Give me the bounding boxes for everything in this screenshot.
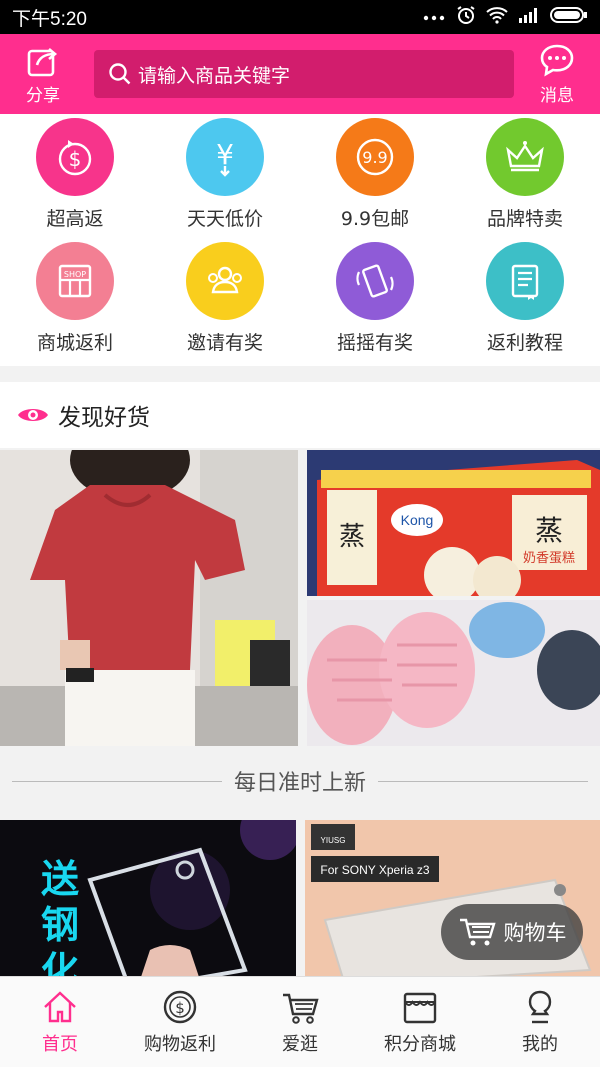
tab-label: 爱逛 <box>282 1034 318 1055</box>
divider-line <box>378 780 589 782</box>
search-placeholder: 请输入商品关键字 <box>138 64 291 87</box>
search-icon <box>109 63 131 85</box>
tab-mine[interactable]: 我的 <box>480 977 600 1067</box>
battery-icon <box>550 6 588 28</box>
category-label: 摇摇有奖 <box>336 332 413 354</box>
tab-shopping-rebate[interactable]: $ 购物返利 <box>120 977 240 1067</box>
alarm-icon <box>456 5 476 29</box>
floating-cart-button[interactable]: 购物车 <box>441 904 583 960</box>
category-label: 邀请有奖 <box>186 332 263 354</box>
people-icon <box>186 242 264 320</box>
tab-label: 购物返利 <box>144 1034 216 1055</box>
top-header: 分享 请输入商品关键字 消息 <box>0 34 600 114</box>
signal-icon <box>518 7 540 27</box>
dots-icon <box>422 8 446 27</box>
status-bar: 下午5:20 <box>0 0 600 34</box>
svg-text:蒸: 蒸 <box>339 522 365 552</box>
bottom-tab-bar: 首页 $ 购物返利 爱逛 积分商城 我的 <box>0 976 600 1067</box>
dollar-coin-icon: $ <box>163 990 197 1024</box>
share-label: 分享 <box>26 85 60 106</box>
tab-label: 首页 <box>42 1034 78 1055</box>
slippers-image <box>307 600 600 746</box>
phone-case-image: 送 钢 化 <box>0 820 296 980</box>
category-label: 天天低价 <box>186 208 263 230</box>
category-super-return[interactable]: $ 超高返 <box>0 118 150 242</box>
red-tshirt-image <box>0 450 298 746</box>
tab-label: 我的 <box>522 1034 558 1055</box>
promo-char-1: 送 <box>41 857 79 901</box>
store-icon <box>403 992 437 1024</box>
phone-shake-icon <box>336 242 414 320</box>
messages-button[interactable]: 消息 <box>514 34 600 114</box>
cart-label: 购物车 <box>503 921 567 945</box>
search-input[interactable]: 请输入商品关键字 <box>94 50 514 98</box>
book-icon <box>486 242 564 320</box>
chat-bubble-icon <box>540 44 574 76</box>
category-label: 品牌特卖 <box>486 208 563 230</box>
product-tile-slippers[interactable] <box>307 600 600 746</box>
category-rebate-tutorial[interactable]: 返利教程 <box>450 242 600 366</box>
svg-text:$: $ <box>175 999 185 1017</box>
shopping-cart-icon <box>459 918 496 946</box>
messages-label: 消息 <box>540 85 574 106</box>
category-grid: $ 超高返 ¥ 天天低价 9.9 9.9包邮 品牌特卖 SHOP 商城返利 邀请… <box>0 114 600 366</box>
daily-new-divider: 每日准时上新 <box>0 748 600 814</box>
discover-section-header: 发现好货 <box>0 382 600 448</box>
cake-box-text: 奶香蛋糕 <box>523 551 575 566</box>
category-invite-reward[interactable]: 邀请有奖 <box>150 242 300 366</box>
sony-model-text: For SONY Xperia z3 <box>320 863 429 877</box>
product-tile-phone-case[interactable]: 送 钢 化 <box>0 820 296 980</box>
sony-brand-text: YIUSG <box>321 836 346 845</box>
nine-nine-icon: 9.9 <box>336 118 414 196</box>
home-icon <box>44 991 76 1023</box>
dollar-return-icon: $ <box>36 118 114 196</box>
category-mall-rebate[interactable]: SHOP 商城返利 <box>0 242 150 366</box>
category-label: 商城返利 <box>36 332 113 354</box>
cake-box-image: 蒸 Kong 蒸 奶香蛋糕 <box>307 450 600 596</box>
share-icon <box>27 47 58 76</box>
svg-text:9.9: 9.9 <box>362 148 387 167</box>
tab-home[interactable]: 首页 <box>0 977 120 1067</box>
yen-down-icon: ¥ <box>186 118 264 196</box>
category-daily-low-price[interactable]: ¥ 天天低价 <box>150 118 300 242</box>
crown-icon <box>486 118 564 196</box>
category-label: 9.9包邮 <box>340 208 410 230</box>
wifi-icon <box>486 6 508 28</box>
category-free-shipping[interactable]: 9.9 9.9包邮 <box>300 118 450 242</box>
shop-icon: SHOP <box>36 242 114 320</box>
status-icons <box>422 5 588 29</box>
category-brand-sale[interactable]: 品牌特卖 <box>450 118 600 242</box>
divider-line <box>12 780 222 782</box>
status-time: 下午5:20 <box>12 8 87 30</box>
tab-points-mall[interactable]: 积分商城 <box>360 977 480 1067</box>
product-tile-cake[interactable]: 蒸 Kong 蒸 奶香蛋糕 <box>307 450 600 596</box>
svg-text:$: $ <box>69 147 82 171</box>
app-screen: 下午5:20 分享 请输入商品关键字 消息 $ 超高返 ¥ 天天低价 9.9 9… <box>0 0 600 1067</box>
svg-text:蒸: 蒸 <box>535 514 563 547</box>
tab-browse[interactable]: 爱逛 <box>240 977 360 1067</box>
svg-text:SHOP: SHOP <box>64 270 86 279</box>
category-label: 超高返 <box>46 208 104 230</box>
category-label: 返利教程 <box>486 332 563 354</box>
cake-brand-text: Kong <box>401 512 434 528</box>
promo-char-2: 钢 <box>41 903 79 947</box>
product-tile-tshirt[interactable] <box>0 450 298 746</box>
cart-icon <box>283 993 319 1024</box>
category-shake-reward[interactable]: 摇摇有奖 <box>300 242 450 366</box>
eye-icon <box>18 409 48 421</box>
tab-label: 积分商城 <box>384 1034 456 1055</box>
share-button[interactable]: 分享 <box>0 34 86 114</box>
discover-title: 发现好货 <box>58 405 150 431</box>
daily-title: 每日准时上新 <box>234 771 367 796</box>
user-icon <box>528 990 552 1024</box>
